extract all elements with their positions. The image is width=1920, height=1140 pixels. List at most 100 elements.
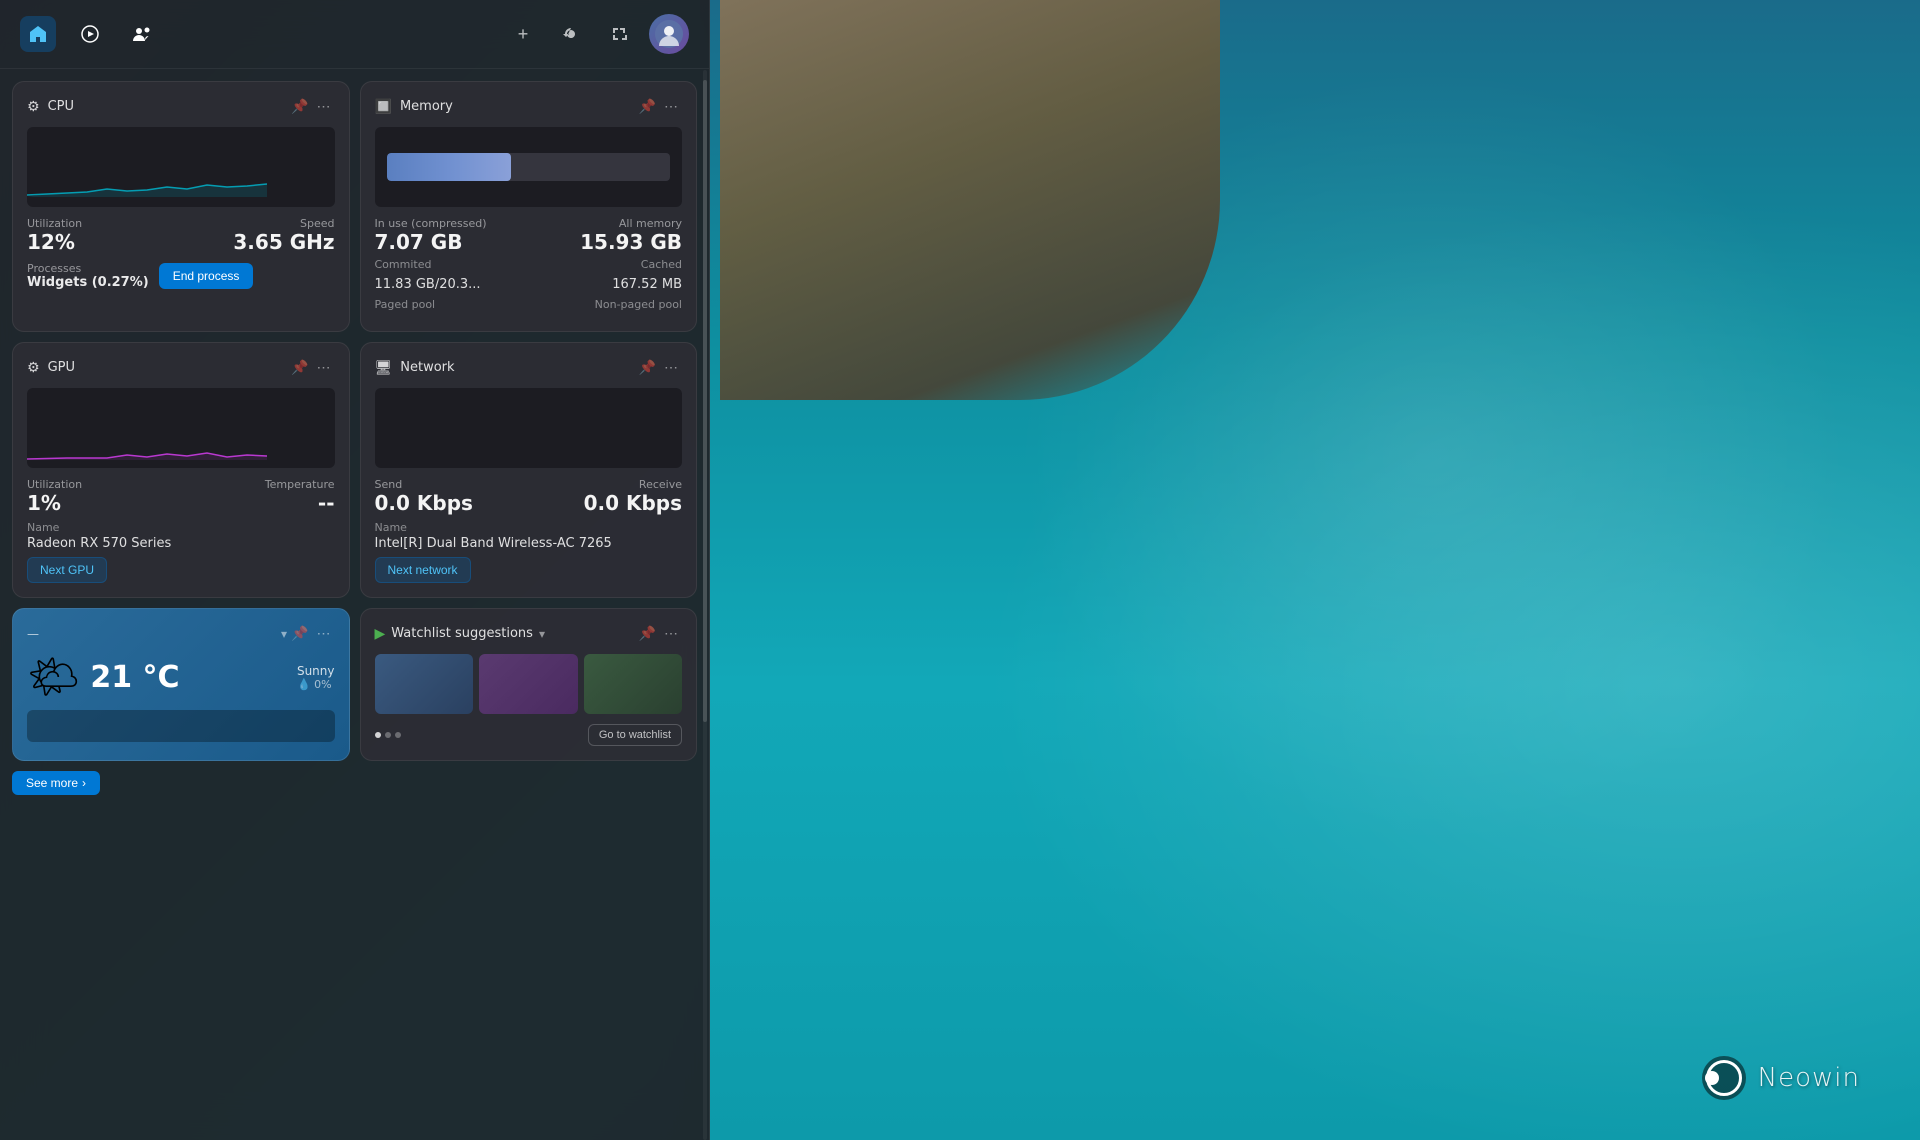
dot-3	[395, 732, 401, 738]
watchlist-footer: Go to watchlist	[375, 724, 683, 746]
watchlist-image-3	[584, 654, 683, 714]
see-more-container: See more ›	[12, 771, 350, 795]
cpu-processes-info: Processes Widgets (0.27%)	[27, 262, 149, 290]
weather-location: —	[27, 627, 281, 641]
add-widget-button[interactable]: +	[505, 16, 541, 52]
gpu-title: GPU	[48, 360, 288, 375]
memory-committed-row: Commited Cached	[375, 258, 683, 271]
watchlist-title-text: Watchlist suggestions	[391, 626, 533, 641]
watchlist-play-icon: ▶	[375, 626, 386, 642]
memory-cached-value: 167.52 MB	[612, 277, 682, 292]
dot-1	[375, 732, 381, 738]
network-name-row: Name Intel[R] Dual Band Wireless-AC 7265	[375, 521, 683, 551]
network-name-label: Name	[375, 521, 683, 534]
gpu-widget: ⚙ GPU 📌 ⋯ Utilization 1% Temperature --	[12, 342, 350, 598]
cpu-title: CPU	[48, 99, 288, 114]
widget-panel: +	[0, 0, 710, 1140]
weather-precip-value: 0%	[314, 678, 331, 691]
cpu-utilization-col: Utilization 12%	[27, 217, 82, 254]
watchlist-more-button[interactable]: ⋯	[660, 623, 682, 644]
memory-committed-value: 11.83 GB/20.3...	[375, 277, 481, 292]
home-icon[interactable]	[20, 16, 56, 52]
cpu-speed-col: Speed 3.65 GHz	[233, 217, 334, 254]
memory-committed-label: Commited	[375, 258, 432, 271]
network-name-value: Intel[R] Dual Band Wireless-AC 7265	[375, 536, 683, 551]
desktop-cliffs	[720, 0, 1220, 400]
memory-nonpaged-label: Non-paged pool	[595, 298, 682, 311]
cpu-pin-button[interactable]: 📌	[287, 96, 312, 117]
cpu-widget: ⚙ CPU 📌 ⋯ Utilization 12% Speed 3.65 GHz	[12, 81, 350, 332]
gpu-more-button[interactable]: ⋯	[313, 357, 335, 378]
cpu-icon: ⚙	[27, 99, 40, 115]
weather-precip: 💧 0%	[297, 678, 335, 691]
memory-cached-label: Cached	[641, 258, 682, 271]
memory-title: Memory	[400, 99, 635, 114]
network-widget-header: 🖥 Network 📌 ⋯	[375, 357, 683, 378]
weather-sun-icon: 🌤	[27, 652, 80, 702]
watchlist-pagination-dots	[375, 732, 401, 738]
memory-all-col: All memory 15.93 GB	[580, 217, 682, 254]
next-gpu-button[interactable]: Next GPU	[27, 557, 107, 583]
next-network-button[interactable]: Next network	[375, 557, 471, 583]
cpu-graph	[27, 127, 335, 207]
cpu-processes-label: Processes	[27, 262, 149, 275]
weather-temp-info: 21 °C	[90, 660, 179, 695]
people-icon[interactable]	[124, 16, 160, 52]
cpu-processes-row: Processes Widgets (0.27%) End process	[27, 262, 335, 290]
weather-widget: — ▾ 📌 ⋯ 🌤 21 °C Sunny 💧 0%	[12, 608, 350, 761]
network-title: Network	[400, 360, 634, 375]
refresh-button[interactable]	[553, 16, 589, 52]
watchlist-dropdown[interactable]: ▾	[539, 627, 545, 641]
network-receive-label: Receive	[639, 478, 682, 491]
expand-button[interactable]	[601, 16, 637, 52]
network-send-value: 0.0 Kbps	[375, 491, 473, 515]
gpu-pin-button[interactable]: 📌	[287, 357, 312, 378]
weather-pin-button[interactable]: 📌	[287, 623, 312, 644]
cpu-utilization-value: 12%	[27, 230, 82, 254]
neowin-logo: Neowin	[1702, 1056, 1860, 1100]
network-icon: 🖥	[375, 360, 393, 376]
memory-widget-header: 🔲 Memory 📌 ⋯	[375, 96, 683, 117]
network-more-button[interactable]: ⋯	[660, 357, 682, 378]
memory-inuse-col: In use (compressed) 7.07 GB	[375, 217, 487, 254]
weather-temp: 21 °C	[90, 660, 179, 695]
network-graph	[375, 388, 683, 468]
panel-scrollbar[interactable]	[703, 70, 707, 1140]
gpu-utilization-value: 1%	[27, 491, 82, 515]
gpu-name-label: Name	[27, 521, 335, 534]
network-pin-button[interactable]: 📌	[635, 357, 660, 378]
watchlist-title: ▶ Watchlist suggestions ▾	[375, 626, 635, 642]
memory-bar-fill	[387, 153, 512, 181]
see-more-button[interactable]: See more ›	[12, 771, 100, 795]
media-icon[interactable]	[72, 16, 108, 52]
memory-pin-button[interactable]: 📌	[635, 96, 660, 117]
cpu-utilization-label: Utilization	[27, 217, 82, 230]
gpu-temp-value: --	[318, 491, 335, 515]
weather-more-button[interactable]: ⋯	[313, 623, 335, 644]
watchlist-header: ▶ Watchlist suggestions ▾ 📌 ⋯	[375, 623, 683, 644]
weather-conditions: Sunny 💧 0%	[297, 664, 335, 691]
memory-all-label: All memory	[619, 217, 682, 230]
memory-more-button[interactable]: ⋯	[660, 96, 682, 117]
weather-condition: Sunny	[297, 664, 335, 678]
memory-inuse-label: In use (compressed)	[375, 217, 487, 230]
memory-values-row: 11.83 GB/20.3... 167.52 MB	[375, 277, 683, 292]
go-to-watchlist-button[interactable]: Go to watchlist	[588, 724, 682, 746]
scrollbar-thumb	[703, 80, 707, 722]
user-avatar[interactable]	[649, 14, 689, 54]
memory-bar-container	[375, 127, 683, 207]
watchlist-pin-button[interactable]: 📌	[635, 623, 660, 644]
dot-2	[385, 732, 391, 738]
gpu-name-value: Radeon RX 570 Series	[27, 536, 335, 551]
end-process-button[interactable]: End process	[159, 263, 254, 289]
network-stats-row: Send 0.0 Kbps Receive 0.0 Kbps	[375, 478, 683, 515]
memory-paged-label: Paged pool	[375, 298, 436, 311]
cpu-more-button[interactable]: ⋯	[313, 96, 335, 117]
gpu-icon: ⚙	[27, 360, 40, 376]
weather-precip-icon: 💧	[297, 678, 311, 691]
watchlist-widget: ▶ Watchlist suggestions ▾ 📌 ⋯ Go to watc	[360, 608, 698, 761]
neowin-circle-icon	[1702, 1056, 1746, 1100]
memory-icon: 🔲	[375, 99, 392, 115]
gpu-utilization-label: Utilization	[27, 478, 82, 491]
network-widget: 🖥 Network 📌 ⋯ Send 0.0 Kbps Receive 0.0 …	[360, 342, 698, 598]
